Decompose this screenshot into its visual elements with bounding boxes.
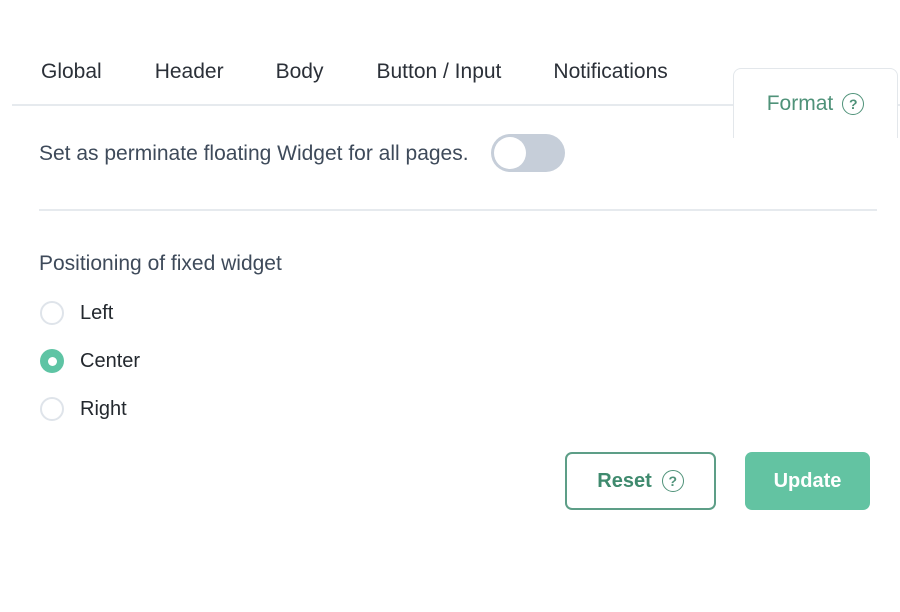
radio-mark-right[interactable] (40, 397, 64, 421)
floating-widget-label: Set as perminate floating Widget for all… (39, 141, 469, 165)
update-button-label: Update (773, 470, 842, 492)
positioning-label: Positioning of fixed widget (39, 252, 282, 275)
tab-list: Global Header Body Button / Input Notifi… (0, 30, 668, 106)
tab-format[interactable]: Format ? (733, 68, 898, 138)
radio-mark-left[interactable] (40, 301, 64, 325)
reset-button[interactable]: Reset ? (565, 452, 716, 510)
tab-body[interactable]: Body (276, 61, 324, 106)
tab-format-label: Format (766, 92, 834, 115)
floating-widget-toggle[interactable] (490, 134, 565, 172)
tab-bar: Global Header Body Button / Input Notifi… (0, 30, 900, 138)
radio-option-right[interactable]: Right (40, 395, 140, 423)
reset-button-label: Reset (597, 470, 652, 492)
toggle-knob (493, 137, 526, 169)
section-divider (39, 209, 877, 211)
radio-mark-center[interactable] (40, 349, 64, 373)
update-button[interactable]: Update (745, 452, 870, 510)
tab-button-input[interactable]: Button / Input (376, 61, 501, 106)
tab-global[interactable]: Global (41, 61, 102, 106)
radio-label-right: Right (80, 398, 127, 420)
radio-label-left: Left (80, 302, 114, 324)
tab-notifications[interactable]: Notifications (553, 61, 667, 106)
tab-header[interactable]: Header (155, 61, 224, 106)
help-circle-icon[interactable]: ? (842, 92, 865, 115)
radio-label-center: Center (80, 350, 141, 372)
positioning-radio-group: Left Center Right (40, 299, 140, 423)
radio-option-center[interactable]: Center (40, 347, 140, 375)
floating-widget-row: Set as perminate floating Widget for all… (39, 134, 565, 172)
help-circle-icon[interactable]: ? (661, 470, 684, 492)
radio-option-left[interactable]: Left (40, 299, 140, 327)
